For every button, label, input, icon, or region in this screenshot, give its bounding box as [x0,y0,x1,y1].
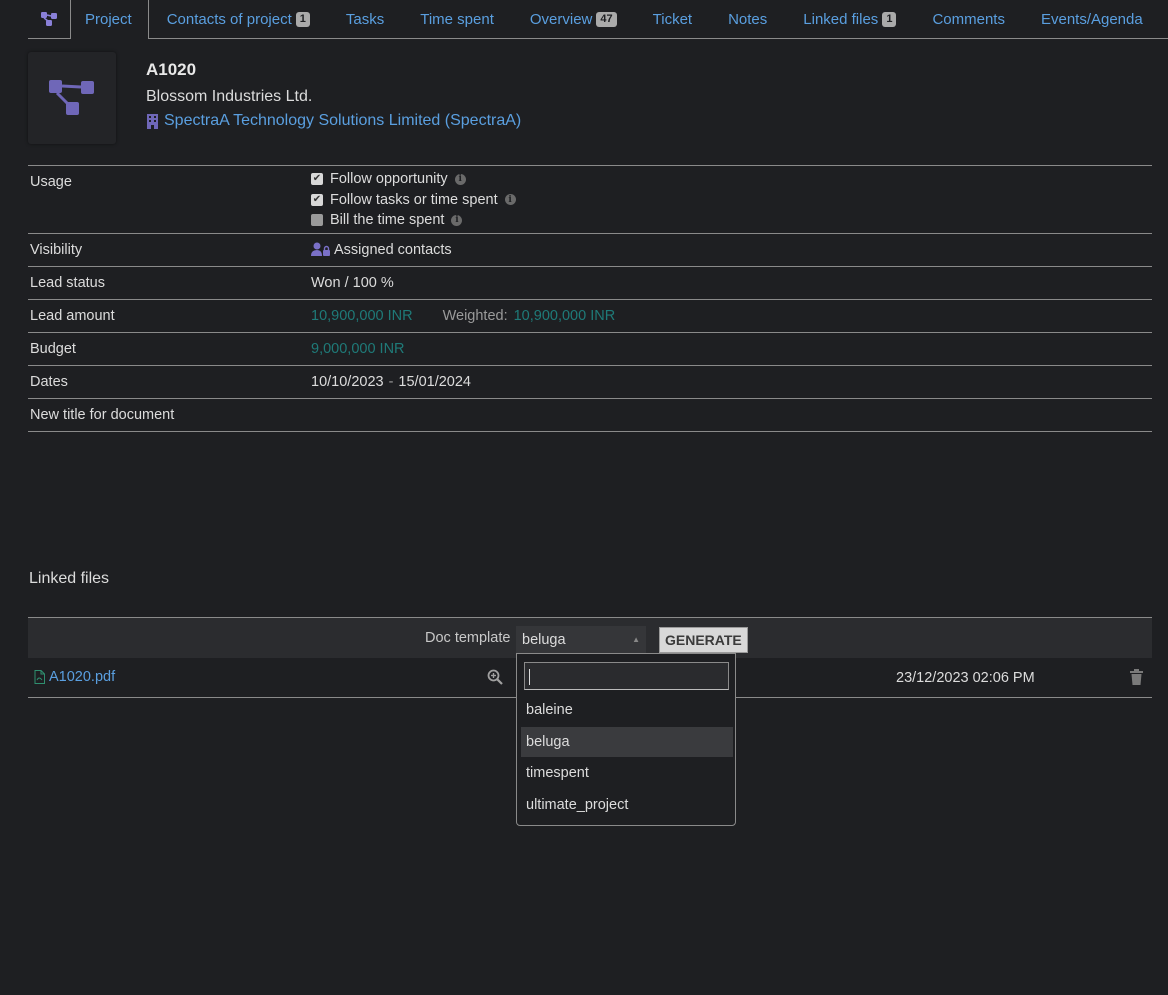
visibility-value: Assigned contacts [334,241,452,258]
tab-label: Project [85,11,132,28]
tab-project[interactable]: Project [70,0,149,39]
dropdown-option-baleine[interactable]: baleine [521,695,733,725]
thirdparty-name: SpectraA Technology Solutions Limited (S… [164,112,522,129]
tab-label: Events/Agenda [1040,10,1143,28]
field-label: Lead status [30,274,105,291]
tab-bar: Project Contacts of project 1 Tasks Time … [28,0,1168,39]
dropdown-option-beluga[interactable]: beluga [521,727,733,757]
dropdown-search-input[interactable] [524,662,729,690]
tab-comments[interactable]: Comments [914,0,1023,38]
dropdown-option-ultimate-project[interactable]: ultimate_project [521,790,733,820]
building-icon [147,114,158,129]
select-value: beluga [522,631,566,648]
tab-time-spent[interactable]: Time spent [402,0,512,38]
tab-ticket[interactable]: Ticket [635,0,710,38]
lead-amount-value: 10,900,000 INR [311,307,413,324]
field-lead-status: Lead status Won / 100 % [28,267,1152,300]
generate-doc-row: Doc template beluga ▲ GENERATE [28,618,1152,658]
field-label: Budget [30,340,76,357]
field-label: New title for document [30,406,175,423]
tab-tasks[interactable]: Tasks [328,0,402,38]
file-date: 23/12/2023 02:06 PM [896,670,1035,686]
checkbox[interactable] [311,214,323,227]
checkbox-follow-tasks[interactable]: ✔ Follow tasks or time spent i [311,191,516,210]
tab-label: Time spent [420,10,494,28]
tab-linked-files[interactable]: Linked files 1 [785,0,914,38]
tab-label: Linked files [803,10,879,28]
checkbox-label: Follow tasks or time spent [330,191,498,208]
budget-value: 9,000,000 INR [311,340,405,357]
count-badge: 47 [596,11,617,27]
field-label: Visibility [30,241,83,258]
field-doc-title: New title for document [28,399,1152,432]
count-badge: 1 [882,11,897,27]
tab-label: Ticket [652,10,693,28]
weighted-label: Weighted: [442,307,508,324]
count-badge: 1 [295,11,310,27]
field-label: Lead amount [30,307,115,324]
zoom-preview-icon[interactable] [487,669,503,689]
field-visibility: Visibility Assigned contacts [28,234,1152,267]
tab-label: Notes [728,10,768,28]
tab-label: Overview [529,10,593,28]
file-link[interactable]: A1020.pdf [34,669,115,685]
tab-events-agenda[interactable]: Events/Agenda [1023,0,1143,38]
field-usage: Usage ✔ Follow opportunity i ✔ Follow ta… [28,166,1152,234]
lead-status-value: Won / 100 % [311,274,394,291]
checkbox-bill-time-spent[interactable]: Bill the time spent i [311,211,463,230]
caret-up-icon: ▲ [632,635,640,644]
field-label: Dates [30,373,68,390]
project-client: Blossom Industries Ltd. [146,88,313,105]
trash-icon[interactable] [1130,669,1143,689]
project-fields: Usage ✔ Follow opportunity i ✔ Follow ta… [28,165,1152,432]
project-header: A1020 Blossom Industries Ltd. SpectraA T… [28,52,1152,152]
tab-contacts-of-project[interactable]: Contacts of project 1 [149,0,328,38]
checkbox-follow-opportunity[interactable]: ✔ Follow opportunity i [311,170,466,189]
project-logo-icon [28,52,116,144]
tab-label: Tasks [345,10,385,28]
pdf-file-icon [34,670,45,684]
tab-overview[interactable]: Overview 47 [512,0,635,38]
doc-template-dropdown: baleine beluga timespent ultimate_projec… [516,653,736,826]
tab-label: Contacts of project [166,10,292,28]
field-label: Usage [30,174,72,190]
project-icon [28,0,70,38]
field-budget: Budget 9,000,000 INR [28,333,1152,366]
field-dates: Dates 10/10/2023 - 15/01/2024 [28,366,1152,399]
info-icon: i [451,214,463,226]
thirdparty-link[interactable]: SpectraA Technology Solutions Limited (S… [146,112,521,130]
generate-button[interactable]: GENERATE [659,627,748,653]
tab-label: Comments [932,10,1005,28]
project-ref: A1020 [146,60,197,79]
info-icon: i [454,173,466,185]
file-name: A1020.pdf [49,669,116,685]
checkbox[interactable]: ✔ [311,173,323,186]
date-separator: - [388,373,394,390]
weighted-amount-value: 10,900,000 INR [513,307,616,324]
date-start: 10/10/2023 [311,373,384,390]
linked-files-title: Linked files [29,570,110,587]
info-icon: i [504,194,516,206]
text-cursor [529,669,530,685]
doc-template-label: Doc template [425,630,511,646]
doc-template-select[interactable]: beluga ▲ [516,626,646,654]
dropdown-option-timespent[interactable]: timespent [521,758,733,788]
checkbox-label: Bill the time spent [330,212,445,229]
date-end: 15/01/2024 [398,373,471,390]
user-lock-icon [311,242,330,256]
checkbox-label: Follow opportunity [330,171,448,188]
field-lead-amount: Lead amount 10,900,000 INR Weighted: 10,… [28,300,1152,333]
checkbox[interactable]: ✔ [311,193,323,206]
tab-notes[interactable]: Notes [710,0,785,38]
